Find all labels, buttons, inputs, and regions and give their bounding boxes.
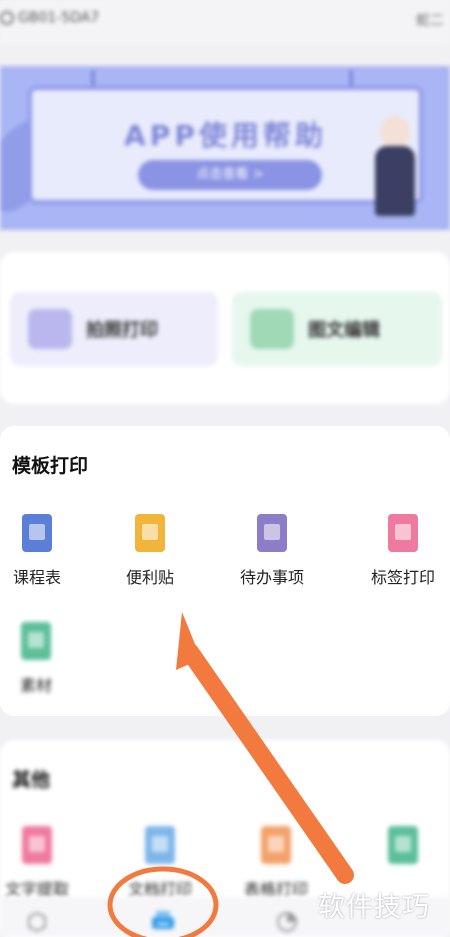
quick-actions-card: 拍照打印 图文编辑: [0, 252, 450, 404]
template-label: 素材: [19, 676, 52, 695]
template-item-todo[interactable]: 待办事项: [232, 514, 312, 588]
todo-icon: [257, 514, 287, 552]
template-print-card: 模板打印 课程表 便利贴 待办事项 标签打印 素材: [0, 426, 450, 716]
help-banner[interactable]: APP使用帮助 点击查看 >: [0, 66, 450, 230]
template-item-material[interactable]: 素材: [0, 622, 76, 696]
template-item-sticky-note[interactable]: 便利贴: [110, 514, 190, 588]
banner-board: APP使用帮助 点击查看 >: [28, 86, 423, 204]
template-label: 待办事项: [239, 568, 304, 587]
printer-icon[interactable]: [150, 909, 176, 933]
camera-photo-icon: [28, 309, 72, 349]
template-label: 标签打印: [370, 568, 435, 587]
device-name: GB01-5DA7: [18, 10, 100, 26]
template-item-label-print[interactable]: 标签打印: [363, 514, 443, 588]
character-illustration: [365, 116, 425, 226]
material-icon: [21, 622, 51, 660]
bluetooth-device-icon: [0, 11, 14, 25]
watermark-text: 软件技巧: [318, 892, 430, 923]
top-bar: GB01-5DA7 蛇二: [0, 0, 450, 44]
table-print-icon: [261, 826, 291, 864]
edit-icon: [388, 826, 418, 864]
image-edit-icon: [250, 309, 294, 349]
banner-title: APP使用帮助: [124, 119, 327, 152]
document-print-icon: [145, 826, 175, 864]
section-title: 其他: [12, 769, 51, 791]
template-item-schedule[interactable]: 课程表: [0, 514, 77, 588]
device-indicator[interactable]: GB01-5DA7: [0, 10, 99, 26]
other-item-text-extract[interactable]: 文字提取: [0, 826, 77, 900]
section-title: 模板打印: [12, 455, 89, 477]
template-label: 课程表: [12, 568, 61, 587]
text-extract-icon: [22, 826, 52, 864]
banner-view-button[interactable]: 点击查看 >: [138, 160, 322, 190]
sticky-note-icon: [135, 514, 165, 552]
label-icon: [388, 514, 418, 552]
top-right-label[interactable]: 蛇二: [416, 10, 444, 30]
other-item-document-print[interactable]: 文档打印: [120, 826, 200, 900]
photo-print-button[interactable]: 拍照打印: [10, 292, 218, 366]
image-edit-label: 图文编辑: [308, 320, 380, 341]
image-edit-button[interactable]: 图文编辑: [232, 292, 442, 366]
home-cube-icon[interactable]: [26, 911, 48, 933]
template-label: 便利贴: [125, 568, 174, 587]
other-item-edit[interactable]: [363, 826, 443, 864]
photo-print-label: 拍照打印: [86, 320, 158, 341]
other-item-table-print[interactable]: 表格打印: [236, 826, 316, 900]
pie-chart-icon[interactable]: [276, 911, 298, 933]
schedule-icon: [22, 514, 52, 552]
